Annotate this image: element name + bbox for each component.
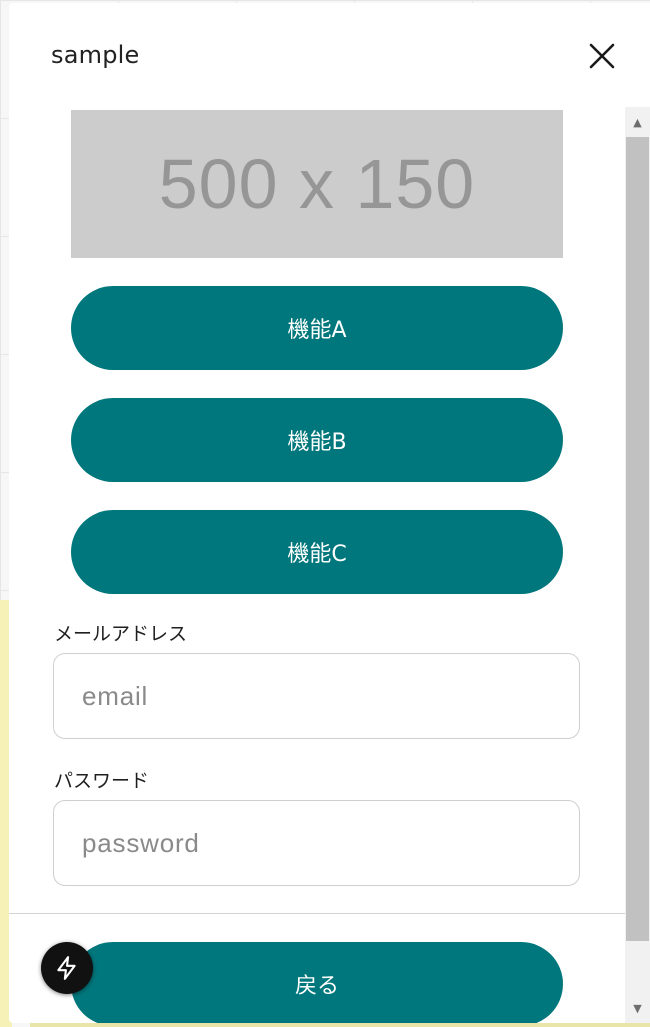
password-field[interactable] <box>53 800 580 886</box>
feature-a-button[interactable]: 機能A <box>71 286 563 370</box>
email-label: メールアドレス <box>54 623 188 645</box>
feature-c-button[interactable]: 機能C <box>71 510 563 594</box>
lightning-bolt-icon <box>57 956 76 980</box>
scroll-down-arrow-icon[interactable]: ▼ <box>625 993 650 1023</box>
vertical-scrollbar[interactable]: ▲ ▼ <box>625 107 650 1023</box>
email-field[interactable] <box>53 653 580 739</box>
password-label: パスワード <box>54 770 150 792</box>
modal-scroll-content[interactable]: 500 x 150 機能A 機能B 機能C メールアドレス パスワード <box>9 107 625 913</box>
close-icon <box>589 43 615 69</box>
scrollbar-thumb[interactable] <box>626 137 649 941</box>
modal-dialog: sample 500 x 150 機能A 機能B 機能C メールアドレス パスワ… <box>9 3 650 1023</box>
back-button[interactable]: 戻る <box>71 942 563 1023</box>
feature-b-button[interactable]: 機能B <box>71 398 563 482</box>
close-button[interactable] <box>585 39 619 73</box>
footer-divider <box>9 913 625 914</box>
quick-action-button[interactable] <box>41 942 93 994</box>
banner-placeholder-image: 500 x 150 <box>71 110 563 258</box>
scroll-up-arrow-icon[interactable]: ▲ <box>625 107 650 137</box>
modal-title: sample <box>51 41 140 69</box>
